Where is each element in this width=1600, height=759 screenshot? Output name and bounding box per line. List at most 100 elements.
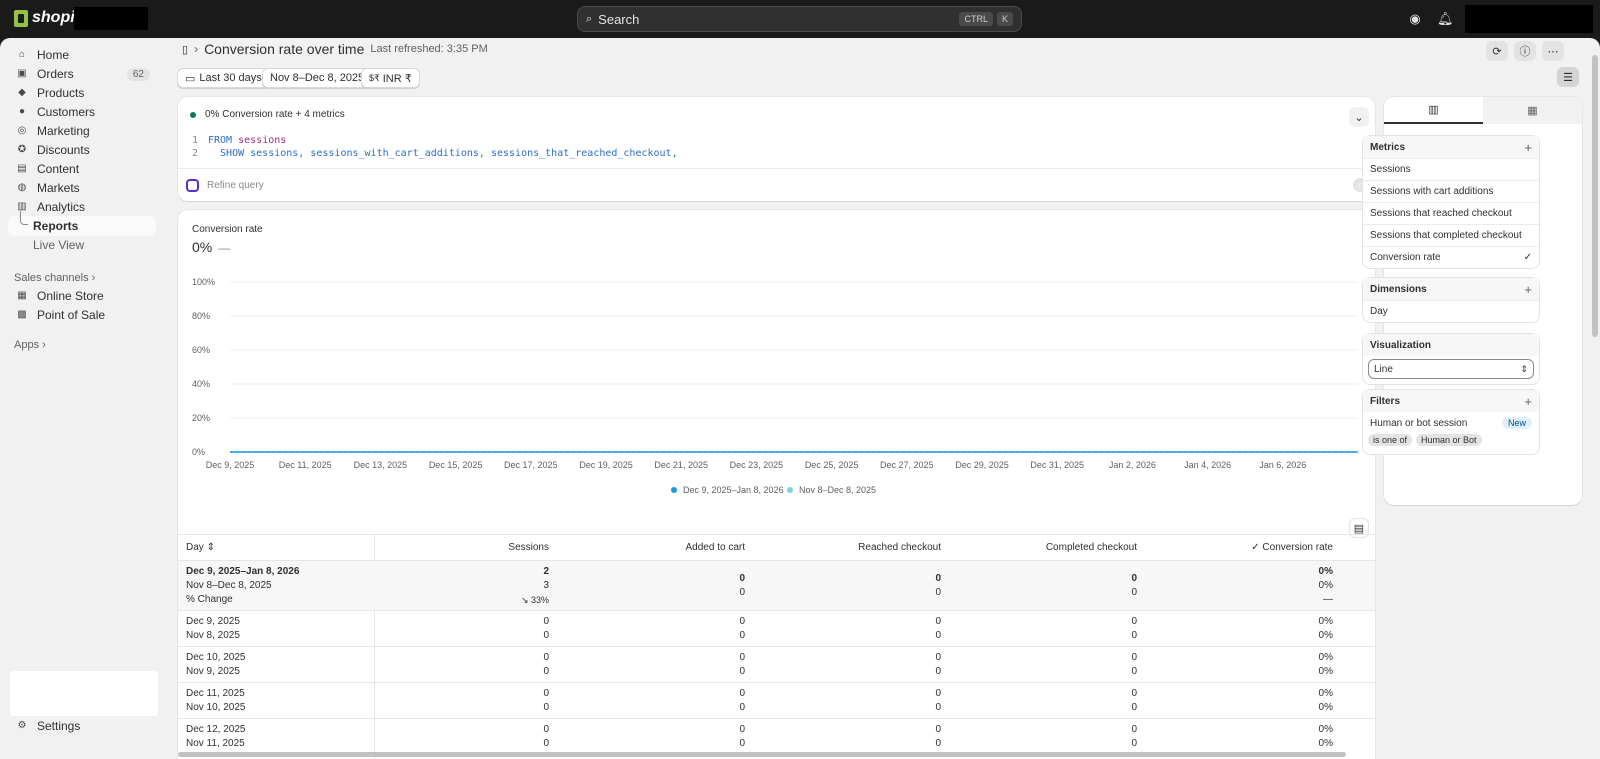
row-conv-previous: 0% <box>1318 666 1333 677</box>
sliders-icon[interactable]: ☰ <box>1557 67 1579 87</box>
refine-query-bar[interactable]: Refine query ↑ <box>178 168 1375 201</box>
currency-icon: $₹ <box>369 72 380 83</box>
row-date-current: Dec 10, 2025 <box>186 652 246 663</box>
sidebar-item-label: Settings <box>37 719 81 733</box>
redacted-store-name <box>74 7 148 30</box>
tab-chart-settings[interactable]: ▥ <box>1384 97 1483 124</box>
filter-name: Human or bot session <box>1370 417 1468 429</box>
info-icon[interactable]: ⓘ <box>1514 41 1536 61</box>
metric-sessions[interactable]: Sessions <box>1363 158 1539 180</box>
sidebar-item-home[interactable]: ⌂ Home <box>8 45 156 65</box>
sidekick-icon[interactable]: ◉ <box>1407 11 1423 27</box>
row-value-current: 0 <box>543 724 549 735</box>
sidebar-item-products[interactable]: ◆ Products <box>8 83 156 103</box>
metric-reached-checkout[interactable]: Sessions that reached checkout <box>1363 202 1539 224</box>
row-value-previous: 0 <box>543 738 549 749</box>
filter-bot-session[interactable]: Human or bot session New <box>1363 412 1539 434</box>
gear-icon: ⚙ <box>17 720 27 731</box>
metric-label: Conversion rate <box>1370 252 1441 263</box>
select-chevron-icon: ⇕ <box>1520 363 1528 374</box>
report-doc-icon[interactable]: ▯ <box>182 43 188 56</box>
sidebar-item-orders[interactable]: ▣ Orders 62 <box>8 64 156 84</box>
y-tick-label: 60% <box>192 345 210 355</box>
sidebar-item-label: Live View <box>33 238 85 252</box>
sidebar-item-content[interactable]: ▤ Content <box>8 159 156 179</box>
row-value-current: 0 <box>935 652 941 663</box>
col-header-sessions[interactable]: Sessions <box>374 541 549 555</box>
query-summary[interactable]: 0% Conversion rate + 4 metrics <box>190 109 345 120</box>
row-value-previous: 0 <box>739 702 745 713</box>
apps-header[interactable]: Apps › <box>14 339 46 351</box>
sidebar-item-online-store[interactable]: ▦ Online Store <box>8 286 156 306</box>
sidebar-item-label: Analytics <box>37 200 86 214</box>
vertical-scrollbar[interactable] <box>1592 55 1598 337</box>
chevron-down-icon[interactable]: ⌄ <box>1349 107 1369 127</box>
currency-button[interactable]: $₹ INR ₹ <box>361 68 420 88</box>
dimensions-label: Dimensions <box>1370 283 1427 295</box>
metric-cart-additions[interactable]: Sessions with cart additions <box>1363 180 1539 202</box>
query-card: 0% Conversion rate + 4 metrics ⌄ 1 FROM s… <box>178 97 1375 201</box>
report-card: Conversion rate 0% — 100% 80% 60% 40% 20% 0% D… <box>178 210 1375 759</box>
col-header-day[interactable]: Day ⇕ <box>186 541 215 555</box>
sidebar-item-reports[interactable]: Reports <box>8 211 156 236</box>
summary-reached-previous: 0 <box>935 587 941 598</box>
horizontal-scrollbar[interactable] <box>178 752 1346 757</box>
top-bar: shopify ⌕ Search CTRL K ◉ 🔔︎ <box>0 0 1600 38</box>
more-icon[interactable]: ⋯ <box>1542 41 1564 61</box>
redacted-account[interactable] <box>1465 5 1593 33</box>
col-header-added-to-cart[interactable]: Added to cart <box>549 541 745 555</box>
sales-channels-header[interactable]: Sales channels › <box>14 272 95 284</box>
x-tick-label: Dec 31, 2025 <box>1030 460 1084 470</box>
sidebar-item-markets[interactable]: ◍ Markets <box>8 178 156 198</box>
refresh-icon[interactable]: ⟳ <box>1486 41 1508 61</box>
search-input[interactable]: ⌕ Search CTRL K <box>577 6 1022 32</box>
add-filter-icon[interactable]: + <box>1524 394 1532 409</box>
sidebar-item-point-of-sale[interactable]: ▩ Point of Sale <box>8 305 156 325</box>
line-number: 2 <box>192 148 199 159</box>
metric-conversion-rate[interactable]: Conversion rate ✓ <box>1363 246 1539 268</box>
summary-sessions-previous: 3 <box>543 580 549 591</box>
add-metric-icon[interactable]: + <box>1524 140 1532 155</box>
sidebar-item-live-view[interactable]: Live View <box>8 235 156 255</box>
col-header-completed-checkout[interactable]: Completed checkout <box>941 541 1137 555</box>
summary-added-current: 0 <box>739 573 745 584</box>
sidebar-item-label: Home <box>37 48 70 62</box>
compare-range-button[interactable]: Nov 8–Dec 8, 2025 <box>262 68 373 88</box>
col-header-conversion-rate[interactable]: ✓ Conversion rate <box>1137 541 1333 555</box>
chart-kpi: 0% — <box>192 239 230 255</box>
status-dot <box>190 111 196 118</box>
row-value-previous: 0 <box>543 630 549 641</box>
filters-header: Filters + <box>1363 390 1539 412</box>
sidebar-item-analytics[interactable]: ▥ Analytics <box>8 197 156 217</box>
metrics-section: Metrics + Sessions Sessions with cart add… <box>1362 135 1540 269</box>
sidebar-item-settings[interactable]: ⚙ Settings <box>8 716 156 736</box>
x-tick-label: Dec 17, 2025 <box>504 460 558 470</box>
y-tick-label: 20% <box>192 413 210 423</box>
table-row: Dec 9, 2025 Nov 8, 2025 0 0 0 0 0 0 0 0 0% 0% <box>178 610 1375 646</box>
query-code-line-1[interactable]: 1 FROM sessions <box>192 135 286 146</box>
sidebar-item-label: Marketing <box>37 124 90 138</box>
add-dimension-icon[interactable]: + <box>1524 282 1532 297</box>
x-tick-label: Dec 9, 2025 <box>206 460 255 470</box>
sidebar-item-customers[interactable]: ● Customers <box>8 102 156 122</box>
x-tick-label: Jan 4, 2026 <box>1184 460 1231 470</box>
legend-swatch <box>787 487 793 493</box>
metric-completed-checkout[interactable]: Sessions that completed checkout <box>1363 224 1539 246</box>
check-icon: ✓ <box>1523 252 1532 263</box>
sidebar-item-discounts[interactable]: ✪ Discounts <box>8 140 156 160</box>
row-conv-previous: 0% <box>1318 630 1333 641</box>
y-tick-label: 0% <box>192 447 205 457</box>
tab-table-settings[interactable]: ▦ <box>1483 97 1582 124</box>
date-range-button[interactable]: ▭ Last 30 days <box>177 68 270 88</box>
col-header-reached-checkout[interactable]: Reached checkout <box>745 541 941 555</box>
dimension-day[interactable]: Day <box>1363 300 1539 322</box>
filter-operator: is one of <box>1368 434 1413 446</box>
line-chart: 100% 80% 60% 40% 20% 0%Dec 9, 2025 Dec 11, 202… <box>192 277 1358 495</box>
sidebar-item-marketing[interactable]: ◎ Marketing <box>8 121 156 141</box>
filter-condition[interactable]: is one of Human or Bot <box>1363 434 1539 446</box>
query-code-line-2[interactable]: 2 SHOW sessions, sessions_with_cart_addi… <box>192 148 678 159</box>
bell-icon[interactable]: 🔔︎ <box>1437 11 1454 27</box>
visualization-select[interactable]: Line ⇕ <box>1368 359 1534 379</box>
row-value-current: 0 <box>543 616 549 627</box>
kbd-k: K <box>996 12 1013 26</box>
